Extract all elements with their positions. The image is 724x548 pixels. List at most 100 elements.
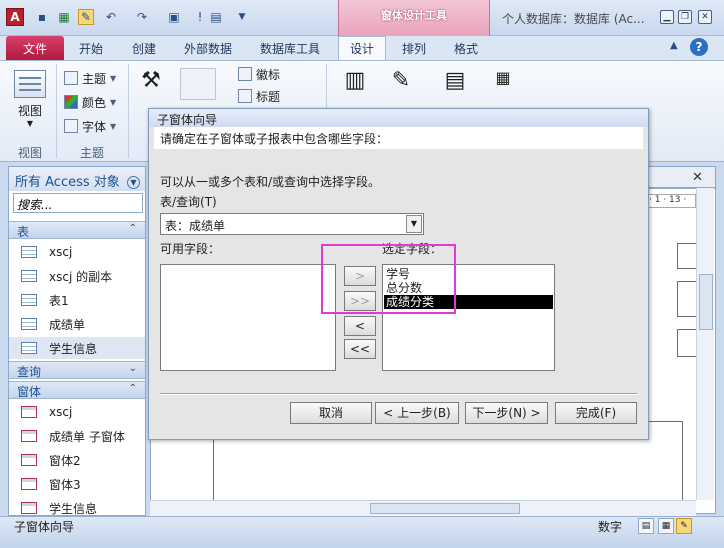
tab-design[interactable]: 设计 [338, 36, 386, 60]
available-fields-list[interactable] [160, 264, 336, 371]
nav-category-queries[interactable]: 查询 ⌄ [9, 361, 145, 379]
chevron-down-icon: ▼ [110, 121, 117, 131]
next-button[interactable]: 下一步(N) > [465, 402, 548, 424]
property-sheet-icon[interactable]: ✎ [386, 68, 416, 98]
table-icon [21, 294, 37, 306]
logo-icon [238, 67, 252, 81]
help-icon[interactable]: ! [192, 9, 208, 25]
colors-button[interactable]: 颜色 ▼ [64, 92, 116, 112]
window-title: 个人数据库：数据库 (Ac... [502, 12, 645, 26]
nav-item-table[interactable]: 学生信息 [9, 337, 145, 359]
tab-order-icon[interactable]: ▤ [440, 68, 470, 98]
controls-tools-icon[interactable]: ⚒ [136, 68, 166, 98]
nav-item-form[interactable]: 学生信息 [9, 497, 145, 516]
add-fields-icon[interactable]: ▥ [340, 68, 370, 98]
nav-pane-title: 所有 Access 对象 [15, 175, 120, 190]
ribbon-help-icon[interactable]: ? [690, 38, 708, 56]
refresh-icon[interactable]: ▣ [166, 9, 182, 25]
finish-button[interactable]: 完成(F) [555, 402, 637, 424]
tables-queries-select[interactable]: 表：成绩单 ▼ [160, 213, 424, 235]
group-label-themes: 主题 [79, 146, 104, 160]
nav-item-label: 窗体2 [49, 453, 81, 468]
save-icon[interactable]: ▪ [34, 9, 50, 25]
form-control[interactable] [677, 243, 697, 269]
nav-item-form[interactable]: xscj [9, 401, 145, 423]
chevron-down-icon: ⌄ [128, 363, 137, 374]
redo-icon[interactable]: ↷ [134, 9, 150, 25]
scrollbar-thumb[interactable] [699, 274, 713, 330]
close-icon[interactable]: ✕ [698, 10, 712, 24]
title-icon [238, 89, 252, 103]
tab-home[interactable]: 开始 [68, 36, 114, 60]
tables-queries-value: 表：成绩单 [165, 219, 226, 233]
tab-database-tools[interactable]: 数据库工具 [250, 36, 330, 60]
remove-all-fields-button[interactable]: << [344, 339, 376, 359]
annotation-highlight-box [321, 244, 456, 314]
logo-button[interactable]: 徽标 [238, 64, 280, 84]
table-icon [21, 270, 37, 282]
form-icon[interactable]: ▤ [208, 9, 224, 25]
nav-item-form[interactable]: 成绩单 子窗体 [9, 425, 145, 447]
chevron-up-icon: ⌃ [128, 223, 137, 234]
view-button-label: 视图 [17, 104, 42, 118]
horizontal-ruler: · 1 · 13 · [648, 194, 696, 208]
convert-macros-icon[interactable]: ▦ [488, 68, 518, 98]
nav-item-table[interactable]: 表1 [9, 289, 145, 311]
tab-external-data[interactable]: 外部数据 [174, 36, 242, 60]
access-app-icon[interactable]: A [6, 8, 24, 26]
excel-icon[interactable]: ▦ [56, 9, 72, 25]
themes-button[interactable]: 主题 ▼ [64, 68, 116, 88]
tab-create[interactable]: 创建 [122, 36, 166, 60]
customize-quick-access-icon[interactable]: ▼ [234, 9, 250, 25]
form-control[interactable] [677, 329, 697, 357]
contextual-tab-title: 窗体设计工具 [381, 9, 447, 22]
vertical-scrollbar[interactable] [696, 188, 714, 500]
dialog-title: 子窗体向导 [149, 109, 648, 127]
nav-category-label: 表 [17, 225, 30, 239]
layout-view-icon[interactable]: ▦ [658, 518, 674, 534]
ribbon-collapse-icon[interactable]: ▲ [670, 40, 684, 51]
nav-category-tables[interactable]: 表 ⌃ [9, 221, 145, 239]
nav-item-table[interactable]: xscj [9, 241, 145, 263]
close-icon[interactable]: ✕ [692, 170, 703, 185]
form-icon [21, 478, 37, 490]
chevron-down-icon[interactable]: ▼ [126, 176, 140, 189]
restore-icon[interactable]: ❐ [678, 10, 692, 24]
title-button[interactable]: 标题 [238, 86, 280, 106]
minimize-icon[interactable]: ▁ [660, 10, 674, 24]
nav-category-label: 窗体 [17, 385, 42, 399]
back-button[interactable]: < 上一步(B) [375, 402, 459, 424]
nav-item-label: 学生信息 [49, 501, 98, 516]
search-input[interactable]: 搜索... [13, 193, 143, 213]
nav-item-label: xscj [49, 405, 73, 419]
horizontal-scrollbar[interactable] [150, 500, 696, 516]
nav-pane-header[interactable]: 所有 Access 对象 ▼ [9, 167, 145, 191]
nav-item-table[interactable]: xscj 的副本 [9, 265, 145, 287]
form-view-icon[interactable]: ▤ [638, 518, 654, 534]
nav-category-forms[interactable]: 窗体 ⌃ [9, 381, 145, 399]
insert-image-icon[interactable] [180, 68, 216, 100]
design-view-icon[interactable]: ✎ [78, 9, 94, 25]
nav-item-form[interactable]: 窗体2 [9, 449, 145, 471]
tab-arrange[interactable]: 排列 [392, 36, 436, 60]
status-num-lock: 数字 [598, 520, 623, 534]
chevron-down-icon[interactable]: ▼ [406, 215, 422, 233]
fonts-icon [64, 119, 78, 133]
remove-field-button[interactable]: < [344, 316, 376, 336]
scrollbar-thumb[interactable] [370, 503, 520, 514]
status-text: 子窗体向导 [14, 520, 75, 534]
view-button[interactable]: 视图 ▼ [8, 66, 52, 138]
design-view-icon[interactable]: ✎ [676, 518, 692, 534]
dialog-description: 可以从一或多个表和/或查询中选择字段。 [160, 175, 381, 189]
dialog-divider [160, 393, 637, 395]
nav-item-label: 成绩单 [49, 317, 86, 332]
fonts-button[interactable]: 字体 ▼ [64, 116, 116, 136]
nav-item-table[interactable]: 成绩单 [9, 313, 145, 335]
form-control[interactable] [677, 281, 697, 317]
undo-icon[interactable]: ↶ [103, 9, 119, 25]
form-icon [21, 502, 37, 514]
cancel-button[interactable]: 取消 [290, 402, 372, 424]
tab-file[interactable]: 文件 [6, 36, 64, 60]
tab-format[interactable]: 格式 [444, 36, 488, 60]
nav-item-form[interactable]: 窗体3 [9, 473, 145, 495]
